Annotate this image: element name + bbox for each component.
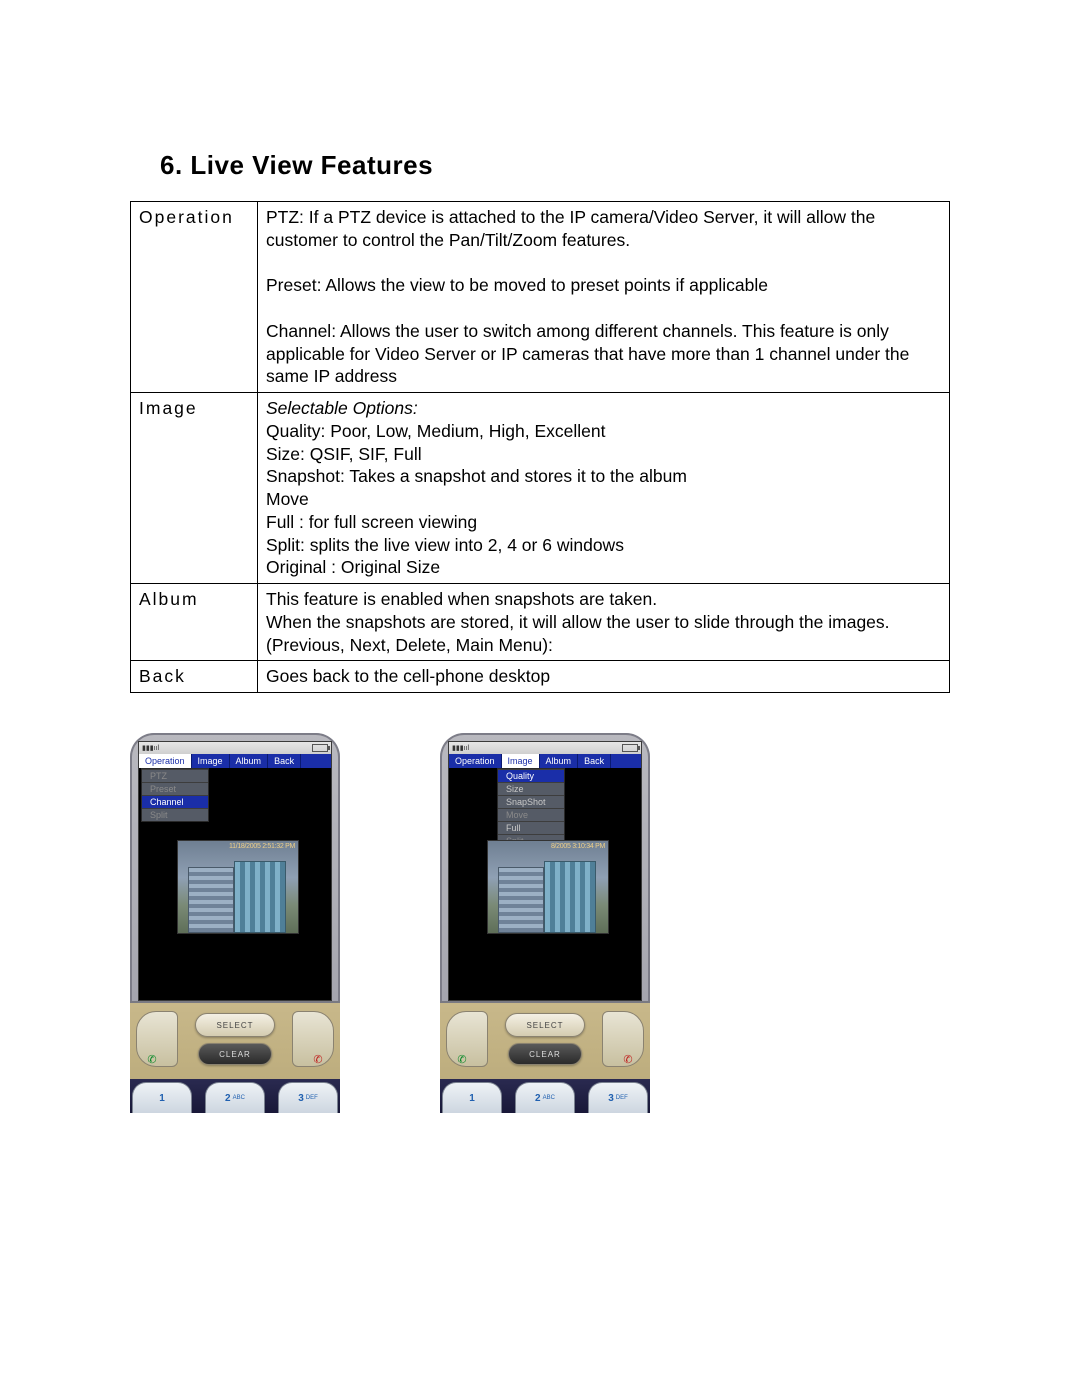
menubar-item[interactable]: Operation xyxy=(449,754,502,768)
table-row-head: Back xyxy=(131,661,258,693)
menubar-item[interactable]: Album xyxy=(540,754,579,768)
dropdown-item[interactable]: PTZ xyxy=(142,769,208,782)
phone-mockup-operation: ▮▮▮ıılOperationImageAlbumBackPTZPresetCh… xyxy=(130,733,340,1113)
dropdown-item[interactable]: Move xyxy=(498,808,564,821)
call-icon[interactable]: ✆ xyxy=(454,1051,470,1067)
numkey[interactable]: 3DEF xyxy=(278,1082,338,1113)
numkey[interactable]: 3DEF xyxy=(588,1082,648,1113)
dropdown-item[interactable]: SnapShot xyxy=(498,795,564,808)
battery-icon xyxy=(622,744,638,752)
call-icon[interactable]: ✆ xyxy=(144,1051,160,1067)
menubar-item[interactable]: Album xyxy=(230,754,269,768)
battery-icon xyxy=(312,744,328,752)
table-row-body: Goes back to the cell-phone desktop xyxy=(258,661,950,693)
table-row-head: Album xyxy=(131,584,258,661)
dropdown-item[interactable]: Split xyxy=(142,808,208,821)
menubar-item[interactable]: Image xyxy=(502,754,540,768)
menubar-item[interactable]: Back xyxy=(578,754,611,768)
menubar-item[interactable]: Back xyxy=(268,754,301,768)
dropdown-item[interactable]: Quality xyxy=(498,769,564,782)
table-row-body: This feature is enabled when snapshots a… xyxy=(258,584,950,661)
table-row-body: Selectable Options:Quality: Poor, Low, M… xyxy=(258,393,950,584)
table-row-head: Image xyxy=(131,393,258,584)
video-timestamp: 8/2005 3:10:34 PM xyxy=(551,843,605,850)
table-row-body: PTZ: If a PTZ device is attached to the … xyxy=(258,202,950,393)
phone-statusbar: ▮▮▮ııl xyxy=(449,742,641,754)
dropdown-item[interactable]: Full xyxy=(498,821,564,834)
video-timestamp: 11/18/2005 2:51:32 PM xyxy=(229,843,295,850)
live-video-thumb: 8/2005 3:10:34 PM xyxy=(487,840,609,934)
numkey[interactable]: 2ABC xyxy=(515,1082,575,1113)
phone-keypad: SELECT CLEAR ✆ ✆ 1 2ABC 3DEF xyxy=(130,1001,340,1113)
table-row-head: Operation xyxy=(131,202,258,393)
phone-menubar: OperationImageAlbumBack xyxy=(139,754,331,768)
hangup-icon[interactable]: ✆ xyxy=(620,1051,636,1067)
phone-dropdown: PTZPresetChannelSplit xyxy=(141,768,209,822)
dropdown-item[interactable]: Preset xyxy=(142,782,208,795)
phone-mockup-image: ▮▮▮ıılOperationImageAlbumBackQualitySize… xyxy=(440,733,650,1113)
phone-keypad: SELECT CLEAR ✆ ✆ 1 2ABC 3DEF xyxy=(440,1001,650,1113)
numkey[interactable]: 1 xyxy=(442,1082,502,1113)
dropdown-item[interactable]: Size xyxy=(498,782,564,795)
select-button[interactable]: SELECT xyxy=(195,1013,275,1037)
section-title: 6. Live View Features xyxy=(160,150,950,181)
signal-icon: ▮▮▮ııl xyxy=(142,744,159,752)
dropdown-item[interactable]: Channel xyxy=(142,795,208,808)
phone-menubar: OperationImageAlbumBack xyxy=(449,754,641,768)
features-table: OperationPTZ: If a PTZ device is attache… xyxy=(130,201,950,693)
menubar-item[interactable]: Operation xyxy=(139,754,192,768)
phone-statusbar: ▮▮▮ııl xyxy=(139,742,331,754)
numkey[interactable]: 1 xyxy=(132,1082,192,1113)
live-video-thumb: 11/18/2005 2:51:32 PM xyxy=(177,840,299,934)
clear-button[interactable]: CLEAR xyxy=(508,1043,582,1065)
clear-button[interactable]: CLEAR xyxy=(198,1043,272,1065)
select-button[interactable]: SELECT xyxy=(505,1013,585,1037)
numkey[interactable]: 2ABC xyxy=(205,1082,265,1113)
signal-icon: ▮▮▮ııl xyxy=(452,744,469,752)
menubar-item[interactable]: Image xyxy=(192,754,230,768)
hangup-icon[interactable]: ✆ xyxy=(310,1051,326,1067)
